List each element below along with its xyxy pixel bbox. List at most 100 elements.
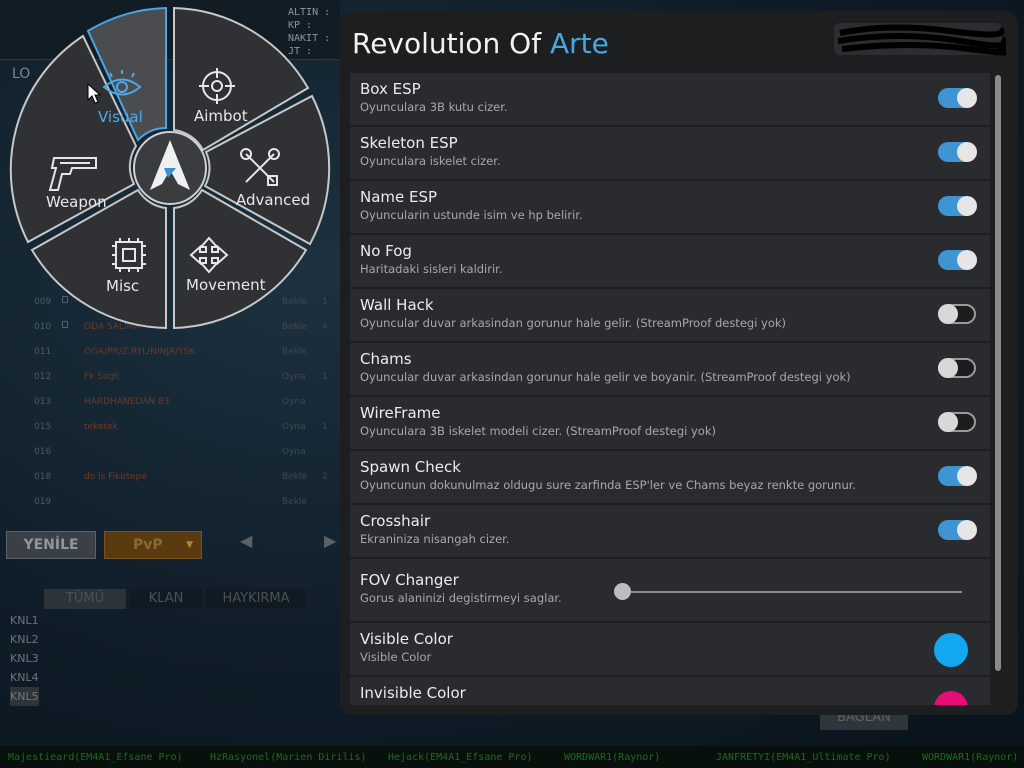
mouse-cursor-icon [87, 83, 102, 104]
player-ticker: Majestieard(EM4A1_Efsane Pro) HzRasyonel… [0, 746, 1024, 768]
toggle-knob [938, 412, 958, 432]
room-row[interactable]: 011 OGA/PR/Z.RYL/NINJA/YSK Bekle [18, 340, 348, 365]
setting-row-fov-changer[interactable]: FOV Changer Gorus alaninizi degistirmeyi … [350, 559, 990, 621]
setting-row-wall-hack[interactable]: Wall Hack Oyuncular duvar arkasindan goru… [350, 289, 990, 341]
ticker-entry: WORDWAR1(Raynor) [564, 752, 661, 763]
setting-row-no-fog[interactable]: No Fog Haritadaki sisleri kaldirir. [350, 235, 990, 287]
setting-title: Box ESP [360, 80, 421, 98]
room-name: do is Fikirtepe [84, 472, 147, 482]
setting-description: Ekraniniza nisangah cizer. [360, 532, 510, 546]
toggle-knob [957, 520, 977, 540]
setting-row-spawn-check[interactable]: Spawn Check Oyuncunun dokunulmaz oldugu s… [350, 451, 990, 503]
setting-description: Oyunculara 3B iskelet modeli cizer. (Str… [360, 424, 716, 438]
toggle-knob [957, 196, 977, 216]
toggle-knob [938, 304, 958, 324]
chat-tab-clan[interactable]: KLAN [130, 589, 202, 609]
color-swatch[interactable] [934, 633, 968, 667]
room-status: Bekle [282, 497, 307, 507]
setting-description: Oyunculara 3B kutu cizer. [360, 100, 508, 114]
channel-item[interactable]: KNL4 [10, 668, 39, 687]
channel-item[interactable]: KNL1 [10, 611, 39, 630]
toggle-switch[interactable] [938, 250, 977, 270]
room-row[interactable]: 013 HARDHANEDAN 83 Oyna [18, 390, 348, 415]
setting-row-wireframe[interactable]: WireFrame Oyunculara 3B iskelet modeli ci… [350, 397, 990, 449]
mode-select[interactable]: PvP ▼ [104, 531, 202, 559]
setting-description: Oyuncularin ustunde isim ve hp belirir. [360, 208, 583, 222]
room-status: Bekle [282, 347, 307, 357]
room-name: Fk Sogli [84, 372, 120, 382]
mode-select-value: PvP [133, 537, 163, 553]
room-name: OGA/PR/Z.RYL/NINJA/YSK [84, 347, 196, 357]
setting-description: Gorus alaninizi degistirmeyi saglar. [360, 591, 562, 605]
panel-title-main: Revolution Of [352, 27, 550, 60]
toggle-switch[interactable] [938, 196, 977, 216]
channel-item[interactable]: KNL3 [10, 649, 39, 668]
chevron-down-icon: ▼ [186, 540, 193, 550]
refresh-button[interactable]: YENİLE [6, 531, 96, 559]
setting-title: Chams [360, 350, 412, 368]
setting-row-crosshair[interactable]: Crosshair Ekraniniza nisangah cizer. [350, 505, 990, 557]
channel-list: KNL1 KNL2 KNL3 KNL4 KNL5 [10, 611, 39, 706]
panel-title-accent: Arte [549, 27, 609, 60]
toggle-knob [938, 358, 958, 378]
room-name: HARDHANEDAN 83 [84, 397, 170, 407]
room-status: Oyna [282, 422, 306, 432]
room-status: Oyna [282, 397, 306, 407]
toggle-switch[interactable] [938, 304, 976, 324]
settings-panel: Revolution Of Arte Box ESP Oyunculara 3B … [340, 11, 1018, 715]
chat-tab-all[interactable]: TÜMÜ [44, 589, 126, 609]
setting-title: Invisible Color [360, 684, 466, 702]
room-count: 2 [322, 472, 328, 482]
setting-title: No Fog [360, 242, 412, 260]
room-row[interactable]: 012 Fk Sogli Oyna 1 [18, 365, 348, 390]
room-row[interactable]: 019 Bekle [18, 490, 348, 515]
setting-title: Name ESP [360, 188, 438, 206]
setting-description: Visible Color [360, 650, 432, 664]
settings-scrollbar[interactable] [995, 75, 1001, 671]
setting-description: Oyuncunun dokunulmaz oldugu sure zarfind… [360, 478, 857, 492]
arte-logo [133, 131, 207, 205]
fov-slider[interactable] [614, 583, 962, 600]
room-number: 018 [34, 472, 52, 482]
toggle-switch[interactable] [938, 142, 977, 162]
setting-row-skeleton-esp[interactable]: Skeleton ESP Oyunculara iskelet cizer. [350, 127, 990, 179]
setting-row-chams[interactable]: Chams Oyuncular duvar arkasindan gorunur … [350, 343, 990, 395]
setting-description: Oyunculara iskelet cizer. [360, 154, 501, 168]
radial-label-misc: Misc [106, 277, 140, 295]
room-row[interactable]: 015 teketek Oyna 1 [18, 415, 348, 440]
next-page-icon[interactable]: ▶ [324, 531, 336, 550]
room-count: 1 [322, 372, 328, 382]
setting-title: Spawn Check [360, 458, 461, 476]
toggle-switch[interactable] [938, 358, 976, 378]
room-status: Oyna [282, 372, 306, 382]
radial-label-advanced: Advanced [236, 191, 311, 209]
radial-label-aimbot: Aimbot [194, 107, 248, 125]
room-number: 016 [34, 447, 52, 457]
toggle-switch[interactable] [938, 520, 977, 540]
room-row[interactable]: 016 Oyna [18, 440, 348, 465]
toggle-switch[interactable] [938, 466, 977, 486]
room-number: 013 [34, 397, 52, 407]
room-count: 1 [322, 422, 328, 432]
room-row[interactable]: 018 do is Fikirtepe Bekle 2 [18, 465, 348, 490]
setting-title: WireFrame [360, 404, 441, 422]
ticker-entry: JANFRETYI(EM4A1_Ultimate Pro) [716, 752, 891, 763]
setting-row-visible-color[interactable]: Visible Color Visible Color [350, 623, 990, 675]
toggle-knob [957, 466, 977, 486]
room-status: Oyna [282, 447, 306, 457]
color-swatch[interactable] [934, 691, 968, 705]
toggle-switch[interactable] [938, 412, 976, 432]
room-number: 015 [34, 422, 52, 432]
setting-row-name-esp[interactable]: Name ESP Oyuncularin ustunde isim ve hp b… [350, 181, 990, 233]
toggle-switch[interactable] [938, 88, 977, 108]
radial-menu: Visual Aimbot Advanced Movement Misc Wea… [0, 0, 345, 340]
channel-item[interactable]: KNL5 [10, 687, 39, 706]
setting-row-box-esp[interactable]: Box ESP Oyunculara 3B kutu cizer. [350, 73, 990, 125]
room-status: Bekle [282, 472, 307, 482]
radial-label-weapon: Weapon [46, 193, 107, 211]
chat-tab-shout[interactable]: HAYKIRMA [206, 589, 306, 609]
slider-thumb[interactable] [614, 583, 631, 600]
setting-row-invisible-color[interactable]: Invisible Color [350, 677, 990, 705]
prev-page-icon[interactable]: ◀ [240, 531, 252, 550]
channel-item[interactable]: KNL2 [10, 630, 39, 649]
